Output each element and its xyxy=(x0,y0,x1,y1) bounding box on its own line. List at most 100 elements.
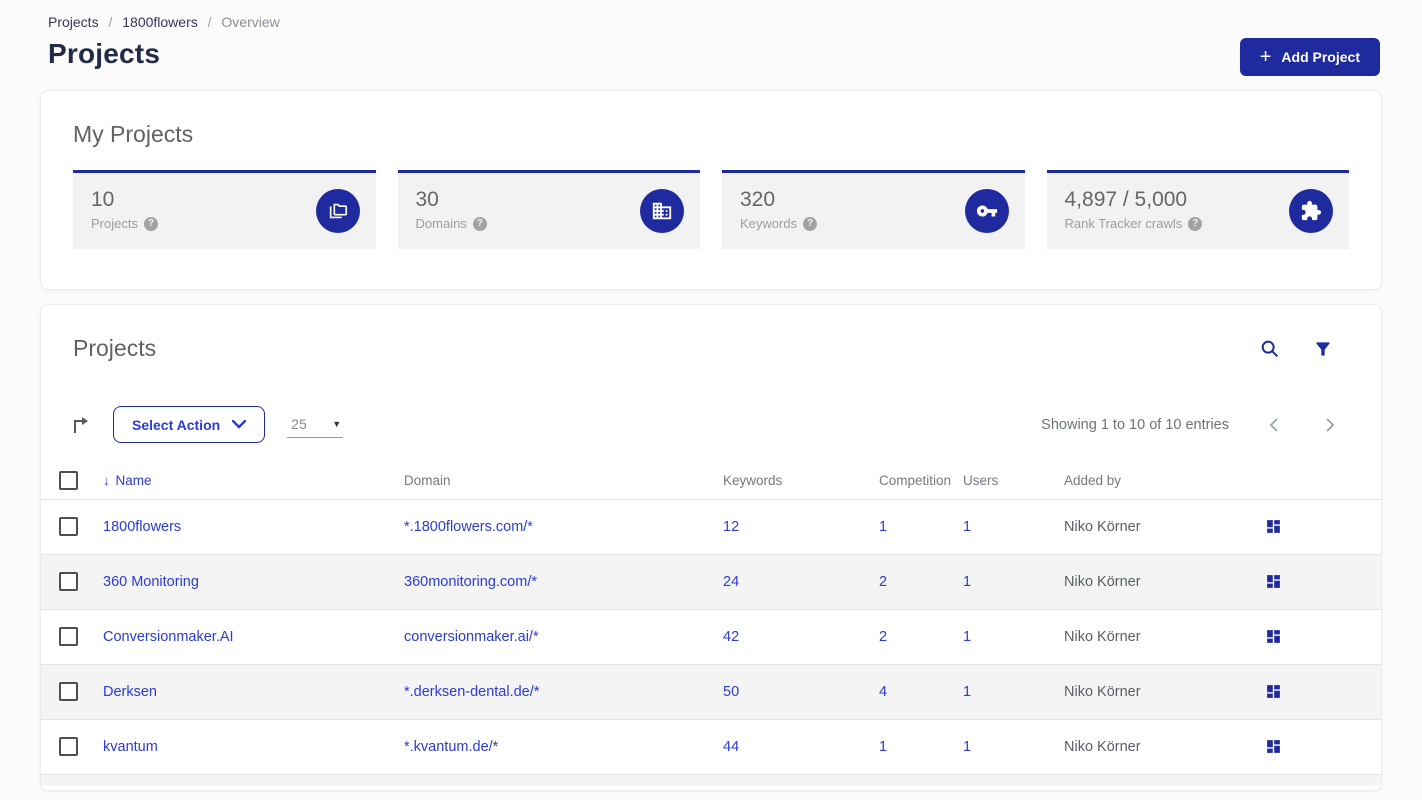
search-icon[interactable] xyxy=(1257,336,1283,362)
added-by-value: Niko Körner xyxy=(1064,664,1256,720)
project-name-link[interactable]: Derksen xyxy=(103,684,157,700)
project-domain-link[interactable]: conversionmaker.ai/* xyxy=(404,629,539,645)
column-header-users[interactable]: Users xyxy=(963,463,1064,500)
select-all-checkbox[interactable] xyxy=(59,471,78,491)
users-count-link[interactable]: 1 xyxy=(963,684,971,700)
showing-entries-text: Showing 1 to 10 of 10 entries xyxy=(1041,416,1229,433)
my-projects-panel: My Projects 10 Projects ? 30 Domains ? 3… xyxy=(40,90,1382,290)
dashboard-icon[interactable] xyxy=(1263,626,1284,647)
row-checkbox[interactable] xyxy=(59,682,78,701)
row-checkbox[interactable] xyxy=(59,572,78,591)
table-row: Conversionmaker.AI conversionmaker.ai/* … xyxy=(41,609,1381,665)
projects-table: ↓ Name Domain Keywords Competition Users … xyxy=(41,463,1381,786)
table-row: kvantum *.kvantum.de/* 44 1 1 Niko Körne… xyxy=(41,719,1381,775)
stat-card-rank-tracker: 4,897 / 5,000 Rank Tracker crawls ? xyxy=(1046,170,1349,249)
help-icon[interactable]: ? xyxy=(803,216,818,231)
filter-icon[interactable] xyxy=(1311,337,1335,361)
page-size-select[interactable]: 25 ▼ xyxy=(287,412,344,438)
users-count-link[interactable]: 1 xyxy=(963,574,971,590)
breadcrumb-1800flowers[interactable]: 1800flowers xyxy=(122,14,198,30)
sort-desc-icon: ↓ xyxy=(103,473,110,489)
breadcrumb-projects[interactable]: Projects xyxy=(48,14,99,30)
competition-count-link[interactable]: 4 xyxy=(879,684,887,700)
project-name-link[interactable]: 1800flowers xyxy=(103,519,181,535)
project-domain-link[interactable]: *.kvantum.de/* xyxy=(404,739,498,755)
projects-panel: Projects Select Action 25 ▼ Showing 1 to… xyxy=(40,304,1382,791)
project-domain-link[interactable]: *.derksen-dental.de/* xyxy=(404,684,539,700)
breadcrumb-separator: / xyxy=(207,14,212,30)
keywords-count-link[interactable]: 12 xyxy=(723,519,739,535)
buildings-icon xyxy=(640,189,684,233)
breadcrumb: Projects / 1800flowers / Overview xyxy=(48,14,1380,30)
table-row: Derksen *.derksen-dental.de/* 50 4 1 Nik… xyxy=(41,664,1381,720)
users-count-link[interactable]: 1 xyxy=(963,519,971,535)
column-header-competition[interactable]: Competition xyxy=(879,463,963,500)
competition-count-link[interactable]: 1 xyxy=(879,519,887,535)
help-icon[interactable]: ? xyxy=(472,216,487,231)
users-count-link[interactable]: 1 xyxy=(963,739,971,755)
breadcrumb-overview: Overview xyxy=(221,14,280,30)
column-header-added-by[interactable]: Added by xyxy=(1064,463,1256,500)
key-icon xyxy=(964,189,1009,233)
keywords-count-link[interactable]: 42 xyxy=(723,629,739,645)
table-toolbar: Select Action 25 ▼ Showing 1 to 10 of 10… xyxy=(41,406,1381,443)
my-projects-title: My Projects xyxy=(73,121,194,147)
page-size-value: 25 xyxy=(291,415,307,432)
projects-label: Projects xyxy=(91,216,138,231)
added-by-value: Niko Körner xyxy=(1064,609,1256,665)
column-header-domain[interactable]: Domain xyxy=(404,463,723,500)
keywords-count-link[interactable]: 24 xyxy=(723,574,739,590)
add-project-button[interactable]: + Add Project xyxy=(1239,38,1380,76)
select-action-dropdown[interactable]: Select Action xyxy=(113,406,266,443)
dashboard-icon[interactable] xyxy=(1263,681,1284,702)
export-arrow-icon[interactable] xyxy=(65,409,97,441)
dashboard-icon[interactable] xyxy=(1263,516,1284,537)
table-row: 1800flowers *.1800flowers.com/* 12 1 1 N… xyxy=(41,499,1381,555)
chevron-left-icon[interactable] xyxy=(1263,413,1285,437)
project-domain-link[interactable]: 360monitoring.com/* xyxy=(404,574,537,590)
rank-tracker-label: Rank Tracker crawls xyxy=(1064,216,1183,231)
add-project-label: Add Project xyxy=(1281,49,1360,65)
chevron-down-icon xyxy=(232,420,247,429)
column-header-keywords[interactable]: Keywords xyxy=(723,463,879,500)
project-domain-link[interactable]: *.1800flowers.com/* xyxy=(404,519,533,535)
domains-label: Domains xyxy=(415,216,467,231)
row-checkbox[interactable] xyxy=(59,627,78,646)
page: Projects / 1800flowers / Overview Projec… xyxy=(0,0,1422,800)
help-icon[interactable]: ? xyxy=(143,216,158,231)
page-header: Projects / 1800flowers / Overview Projec… xyxy=(0,0,1422,76)
stat-card-domains: 30 Domains ? xyxy=(397,170,700,249)
added-by-value: Niko Körner xyxy=(1064,554,1256,610)
column-header-name[interactable]: ↓ Name xyxy=(103,463,404,500)
stat-card-projects: 10 Projects ? xyxy=(73,170,376,249)
breadcrumb-separator: / xyxy=(108,14,113,30)
competition-count-link[interactable]: 2 xyxy=(879,574,887,590)
project-name-link[interactable]: Conversionmaker.AI xyxy=(103,629,234,645)
stats-row: 10 Projects ? 30 Domains ? 320 Keywords … xyxy=(73,170,1349,249)
competition-count-link[interactable]: 2 xyxy=(879,629,887,645)
added-by-value: Niko Körner xyxy=(1064,499,1256,555)
table-header-row: ↓ Name Domain Keywords Competition Users … xyxy=(41,463,1381,500)
stat-card-keywords: 320 Keywords ? xyxy=(722,170,1025,249)
project-name-link[interactable]: 360 Monitoring xyxy=(103,574,199,590)
help-icon[interactable]: ? xyxy=(1188,216,1203,231)
puzzle-icon xyxy=(1289,189,1333,233)
row-checkbox[interactable] xyxy=(59,517,78,536)
competition-count-link[interactable]: 1 xyxy=(879,739,887,755)
users-count-link[interactable]: 1 xyxy=(963,629,971,645)
select-arrow-icon: ▼ xyxy=(332,418,342,429)
keywords-count-link[interactable]: 50 xyxy=(723,684,739,700)
plus-icon: + xyxy=(1259,46,1272,68)
project-name-link[interactable]: kvantum xyxy=(103,739,158,755)
dashboard-icon[interactable] xyxy=(1263,571,1284,592)
projects-panel-title: Projects xyxy=(73,335,157,361)
chevron-right-icon[interactable] xyxy=(1319,413,1341,437)
row-checkbox[interactable] xyxy=(59,737,78,756)
table-row: 360 Monitoring 360monitoring.com/* 24 2 … xyxy=(41,554,1381,610)
keywords-label: Keywords xyxy=(740,216,798,231)
keywords-count-link[interactable]: 44 xyxy=(723,739,739,755)
select-action-label: Select Action xyxy=(132,416,221,433)
folders-icon xyxy=(315,189,360,233)
dashboard-icon[interactable] xyxy=(1263,736,1284,757)
added-by-value: Niko Körner xyxy=(1064,719,1256,775)
